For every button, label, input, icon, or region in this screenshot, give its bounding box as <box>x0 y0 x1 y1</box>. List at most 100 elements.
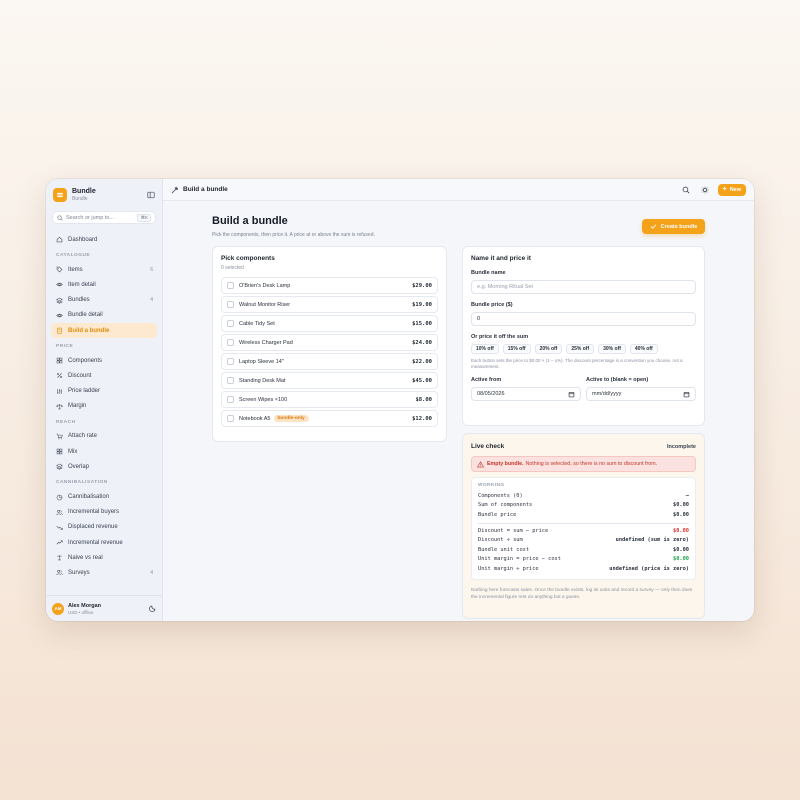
sidebar-item-bundles[interactable]: Bundles 4 <box>51 293 157 308</box>
sidebar-item-surveys[interactable]: Surveys 4 <box>51 565 157 580</box>
component-checkbox[interactable] <box>227 339 234 346</box>
component-checkbox[interactable] <box>227 282 234 289</box>
discount-option-button[interactable]: 40% off <box>629 344 658 354</box>
working-label: Sum of components <box>478 502 533 509</box>
working-label: Bundle unit cost <box>478 546 530 553</box>
user-profile[interactable]: AM Alex Morgan USD • offline <box>46 595 163 621</box>
active-from-input[interactable]: 08/05/2026 <box>471 387 581 401</box>
empty-bundle-alert: Empty bundle. Nothing is selected, so th… <box>471 456 696 472</box>
component-name: O'Brien's Desk Lamp <box>239 282 291 289</box>
app-window: Bundle Bundle Search or jump to... ⌘K Da… <box>46 179 754 621</box>
sidebar-item-label: Price ladder <box>68 388 101 395</box>
brand-title: Bundle <box>72 188 96 195</box>
working-row: Bundle unit cost $0.00 <box>478 545 689 555</box>
component-checkbox[interactable] <box>227 396 234 403</box>
component-row[interactable]: Wireless Charger Pad $24.00 <box>221 334 438 351</box>
bundle-price-label: Bundle price ($) <box>471 302 513 308</box>
bundle-name-input[interactable]: e.g. Morning Ritual Set <box>471 280 696 294</box>
discount-option-button[interactable]: 25% off <box>566 344 595 354</box>
pie-chart-icon <box>55 493 63 501</box>
component-checkbox[interactable] <box>227 358 234 365</box>
sidebar-item-mix[interactable]: Mix <box>51 444 157 459</box>
sidebar-item-naive-vs-real[interactable]: Naive vs real <box>51 550 157 565</box>
sidebar-item-items[interactable]: Items 6 <box>51 262 157 277</box>
sidebar-item-components[interactable]: Components <box>51 353 157 368</box>
working-row: Unit margin = price − cost $0.00 <box>478 555 689 565</box>
section-reach: REACH <box>56 419 76 425</box>
sidebar-item-discount[interactable]: Discount <box>51 368 157 383</box>
component-price: $22.00 <box>412 358 432 365</box>
component-name-wrap: Wireless Charger Pad <box>239 340 412 346</box>
sidebar-item-overlap[interactable]: Overlap <box>51 459 157 474</box>
layers-icon <box>55 463 63 471</box>
eye-icon <box>55 281 63 289</box>
search-icon[interactable] <box>680 184 692 196</box>
discount-option-button[interactable]: 10% off <box>471 344 499 354</box>
discount-option-button[interactable]: 20% off <box>534 344 563 354</box>
discount-option-button[interactable]: 15% off <box>502 344 531 354</box>
sidebar-item-label: Cannibalisation <box>68 494 110 501</box>
component-row[interactable]: Laptop Sleeve 14" $22.00 <box>221 353 438 370</box>
sidebar-item-displaced-revenue[interactable]: Displaced revenue <box>51 520 157 535</box>
discount-option-button[interactable]: 30% off <box>598 344 626 354</box>
section-price: PRICE <box>56 344 74 350</box>
sidebar-item-label: Margin <box>68 403 87 410</box>
sidebar-item-label: Surveys <box>68 569 90 576</box>
divider <box>478 522 689 524</box>
active-to-input[interactable]: mm/dd/yyyy <box>586 387 696 401</box>
component-row[interactable]: Screen Wipes ×100 $8.00 <box>221 391 438 408</box>
component-row[interactable]: Standing Desk Mat $45.00 <box>221 372 438 389</box>
grid-icon <box>55 448 63 456</box>
sidebar-item-price-ladder[interactable]: Price ladder <box>51 384 157 399</box>
sidebar-item-bundle-detail[interactable]: Bundle detail <box>51 308 157 323</box>
topbar: Build a bundle + New <box>163 179 754 201</box>
sidebar-item-build-bundle[interactable]: Build a bundle <box>51 322 157 339</box>
working-row: Sum of components $0.00 <box>478 501 689 511</box>
component-price: $24.00 <box>412 339 432 346</box>
sidebar-item-margin[interactable]: Margin <box>51 399 157 414</box>
working-label: Unit margin ÷ price <box>478 565 539 572</box>
component-name-wrap: Cable Tidy Set <box>239 321 412 327</box>
moon-icon[interactable] <box>149 604 157 614</box>
component-row[interactable]: O'Brien's Desk Lamp $29.00 <box>221 277 438 294</box>
sidebar-item-cannibalisation[interactable]: Cannibalisation <box>51 489 157 504</box>
sidebar-item-incremental-revenue[interactable]: Incremental revenue <box>51 535 157 550</box>
component-checkbox[interactable] <box>227 415 234 422</box>
component-checkbox[interactable] <box>227 377 234 384</box>
sidebar-item-label: Mix <box>68 448 78 455</box>
component-row[interactable]: Walnut Monitor Riser $19.00 <box>221 296 438 313</box>
sidebar-nav: Dashboard CATALOGUE Items 6 Item detail … <box>46 232 162 581</box>
scale-icon <box>55 554 63 562</box>
page-title: Build a bundle <box>212 215 288 227</box>
component-price: $29.00 <box>412 282 432 289</box>
component-row[interactable]: Cable Tidy Set $15.00 <box>221 315 438 332</box>
calendar-icon[interactable] <box>568 391 575 398</box>
sidebar-search[interactable]: Search or jump to... ⌘K <box>52 211 156 224</box>
brand-subtitle: Bundle <box>72 196 88 202</box>
live-check-card: Live check Incomplete Empty bundle. Noth… <box>462 433 705 619</box>
working-row: Discount ÷ sum undefined (sum is zero) <box>478 535 689 545</box>
bundle-price-input[interactable]: 0 <box>471 312 696 326</box>
active-from-label: Active from <box>471 377 502 383</box>
alert-title: Empty bundle. <box>487 461 524 467</box>
component-checkbox[interactable] <box>227 301 234 308</box>
sidebar-item-item-detail[interactable]: Item detail <box>51 277 157 292</box>
new-button[interactable]: + New <box>717 183 746 196</box>
working-value: $0.00 <box>673 527 689 534</box>
sidebar-toggle-icon[interactable] <box>146 190 156 200</box>
user-name: Alex Morgan <box>68 602 102 609</box>
component-row[interactable]: Notebook A5 bundle-only $12.00 <box>221 410 438 427</box>
create-bundle-button[interactable]: Create bundle <box>642 219 705 234</box>
sidebar-item-dashboard[interactable]: Dashboard <box>51 232 157 247</box>
sidebar-item-label: Attach rate <box>68 433 98 440</box>
calendar-icon[interactable] <box>683 391 690 398</box>
main-content: Build a bundle + New Build a bundle Pick … <box>163 179 754 621</box>
component-checkbox[interactable] <box>227 320 234 327</box>
check-icon <box>650 224 656 229</box>
sidebar-item-attach-rate[interactable]: Attach rate <box>51 429 157 444</box>
working-value: undefined (sum is zero) <box>615 537 689 544</box>
sidebar-item-incremental-buyers[interactable]: Incremental buyers <box>51 505 157 520</box>
bundle-name-label: Bundle name <box>471 270 506 276</box>
component-price: $19.00 <box>412 301 432 308</box>
theme-sun-icon[interactable] <box>699 184 711 196</box>
